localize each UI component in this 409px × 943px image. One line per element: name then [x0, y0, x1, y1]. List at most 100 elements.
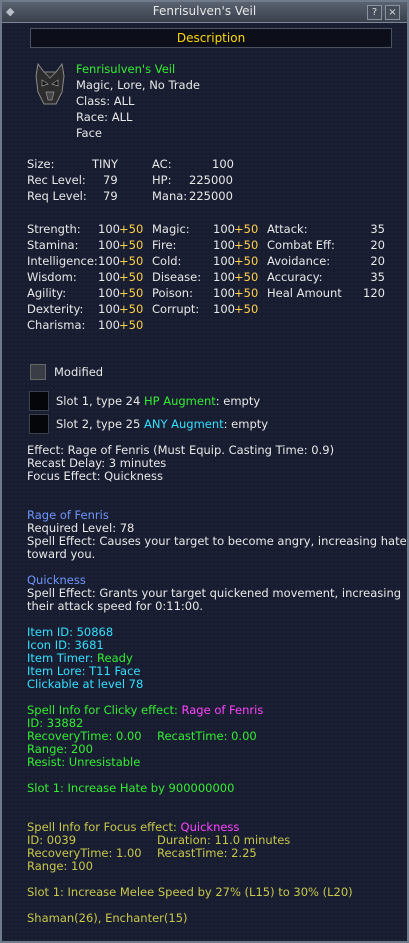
quickness-spell-line-1: Spell Effect: Grants your target quicken… — [27, 586, 402, 600]
item-timer-value: Ready — [97, 651, 133, 665]
modified-checkbox[interactable] — [30, 364, 46, 380]
resist-base: 100 — [213, 270, 235, 284]
resist-label: Disease: — [152, 270, 202, 284]
attribute-label: Stamina: — [27, 238, 79, 252]
clicky-recast: RecastTime: 0.00 — [157, 729, 257, 743]
item-id: Item ID: 50868 — [27, 625, 114, 639]
combat-row: Heal Amount 120 — [267, 286, 385, 302]
augment-2-suffix: : empty — [223, 417, 269, 431]
combat-value: 35 — [370, 222, 385, 236]
description-header: Description — [30, 28, 392, 48]
resist-bonus: +50 — [234, 238, 259, 252]
help-button[interactable]: ? — [367, 5, 382, 20]
combat-list: Attack: 35 Combat Eff: 20 Avoidance: 20 Acc… — [267, 222, 385, 302]
clicky-id: ID: 33882 — [27, 716, 84, 730]
resist-bonus: +50 — [234, 286, 259, 300]
augment-slot-1[interactable] — [29, 391, 49, 411]
attribute-bonus: +50 — [119, 302, 144, 316]
resist-row: Fire: 100 +50 — [152, 238, 258, 254]
attribute-label: Charisma: — [27, 318, 86, 332]
resist-base: 100 — [213, 302, 235, 316]
title-bar[interactable]: ◆ Fenrisulven's Veil ? × — [2, 2, 407, 23]
resist-row: Poison: 100 +50 — [152, 286, 258, 302]
item-timer-label: Item Timer: — [27, 651, 98, 665]
resist-label: Magic: — [152, 222, 190, 236]
recast-delay-line: Recast Delay: 3 minutes — [27, 456, 167, 470]
attribute-label: Dexterity: — [27, 302, 84, 316]
attribute-row: Wisdom: 100 +50 — [27, 270, 143, 286]
focus-duration: Duration: 11.0 minutes — [157, 833, 291, 847]
focus-slot-1: Slot 1: Increase Melee Speed by 27% (L15… — [27, 885, 353, 899]
clicky-range: Range: 200 — [27, 742, 93, 756]
item-race: Race: ALL — [76, 110, 133, 124]
attribute-base: 100 — [98, 318, 120, 332]
resists-list: Magic: 100 +50 Fire: 100 +50 Cold: 100 +50 Dis… — [152, 222, 258, 318]
rage-spell-line-1: Spell Effect: Causes your target to beco… — [27, 534, 407, 548]
augment-1-prefix: Slot 1, type 24 — [56, 394, 144, 408]
size-value: TINY — [92, 157, 119, 171]
resist-base: 100 — [213, 222, 235, 236]
window-title: Fenrisulven's Veil — [152, 4, 257, 18]
augment-slot-2[interactable] — [29, 414, 49, 434]
combat-row: Avoidance: 20 — [267, 254, 385, 270]
attribute-base: 100 — [98, 238, 120, 252]
focus-header-prefix: Spell Info for Focus effect: — [27, 820, 181, 834]
attribute-label: Agility: — [27, 286, 67, 300]
wolf-mask-icon — [35, 62, 65, 105]
focus-recovery: RecoveryTime: 1.00 — [27, 846, 142, 860]
clicky-header-prefix: Spell Info for Clicky effect: — [27, 703, 182, 717]
augment-2-type: ANY Augment — [143, 417, 224, 431]
attribute-base: 100 — [98, 302, 120, 316]
augment-1-text: Slot 1, type 24 HP Augment: empty — [56, 394, 260, 408]
ac-value: 100 — [212, 157, 234, 171]
resist-base: 100 — [213, 238, 235, 252]
combat-value: 120 — [363, 286, 385, 300]
quickness-spell-line-2: their attack speed for 0:11:00. — [27, 599, 204, 613]
attribute-bonus: +50 — [119, 238, 144, 252]
item-timer: Item Timer: Ready — [27, 651, 133, 665]
combat-label: Combat Eff: — [267, 238, 335, 252]
resist-base: 100 — [213, 254, 235, 268]
rec-level-value: 79 — [103, 173, 118, 187]
clicky-resist: Resist: Unresistable — [27, 755, 141, 769]
close-button[interactable]: × — [385, 5, 400, 20]
size-label: Size: — [27, 157, 55, 171]
attribute-row: Strength: 100 +50 — [27, 222, 143, 238]
combat-label: Avoidance: — [267, 254, 331, 268]
resist-row: Magic: 100 +50 — [152, 222, 258, 238]
icon-id: Icon ID: 3681 — [27, 638, 104, 652]
attribute-bonus: +50 — [119, 270, 144, 284]
clicky-recovery: RecoveryTime: 0.00 — [27, 729, 142, 743]
attribute-bonus: +50 — [119, 222, 144, 236]
resist-base: 100 — [213, 286, 235, 300]
focus-header-spell: Quickness — [180, 820, 240, 834]
rage-required-level: Required Level: 78 — [27, 521, 135, 535]
attribute-bonus: +50 — [119, 254, 144, 268]
combat-row: Attack: 35 — [267, 222, 385, 238]
item-name: Fenrisulven's Veil — [76, 62, 176, 76]
resist-label: Fire: — [152, 238, 177, 252]
resist-bonus: +50 — [234, 254, 259, 268]
combat-value: 20 — [370, 238, 385, 252]
effect-line: Effect: Rage of Fenris (Must Equip. Cast… — [27, 443, 335, 457]
quickness-title: Quickness — [27, 573, 86, 587]
resist-label: Cold: — [152, 254, 182, 268]
resist-label: Corrupt: — [152, 302, 200, 316]
focus-effect-line: Focus Effect: Quickness — [27, 469, 163, 483]
focus-recast: RecastTime: 2.25 — [157, 846, 257, 860]
rage-title: Rage of Fenris — [27, 508, 109, 522]
attribute-base: 100 — [98, 222, 120, 236]
rec-level-label: Rec Level: — [27, 173, 86, 187]
attribute-base: 100 — [98, 270, 120, 284]
clicky-header: Spell Info for Clicky effect: Rage of Fe… — [27, 703, 263, 717]
clicky-header-spell: Rage of Fenris — [181, 703, 264, 717]
attribute-label: Wisdom: — [27, 270, 77, 284]
item-window: ◆ Fenrisulven's Veil ? × Description Fen… — [0, 0, 409, 943]
attribute-row: Dexterity: 100 +50 — [27, 302, 143, 318]
clicky-slot-1: Slot 1: Increase Hate by 900000000 — [27, 781, 235, 795]
attributes-list: Strength: 100 +50 Stamina: 100 +50 Intellige… — [27, 222, 143, 334]
focus-range: Range: 100 — [27, 859, 93, 873]
combat-row: Accuracy: 35 — [267, 270, 385, 286]
hp-label: HP: — [152, 173, 172, 187]
attribute-bonus: +50 — [119, 318, 144, 332]
